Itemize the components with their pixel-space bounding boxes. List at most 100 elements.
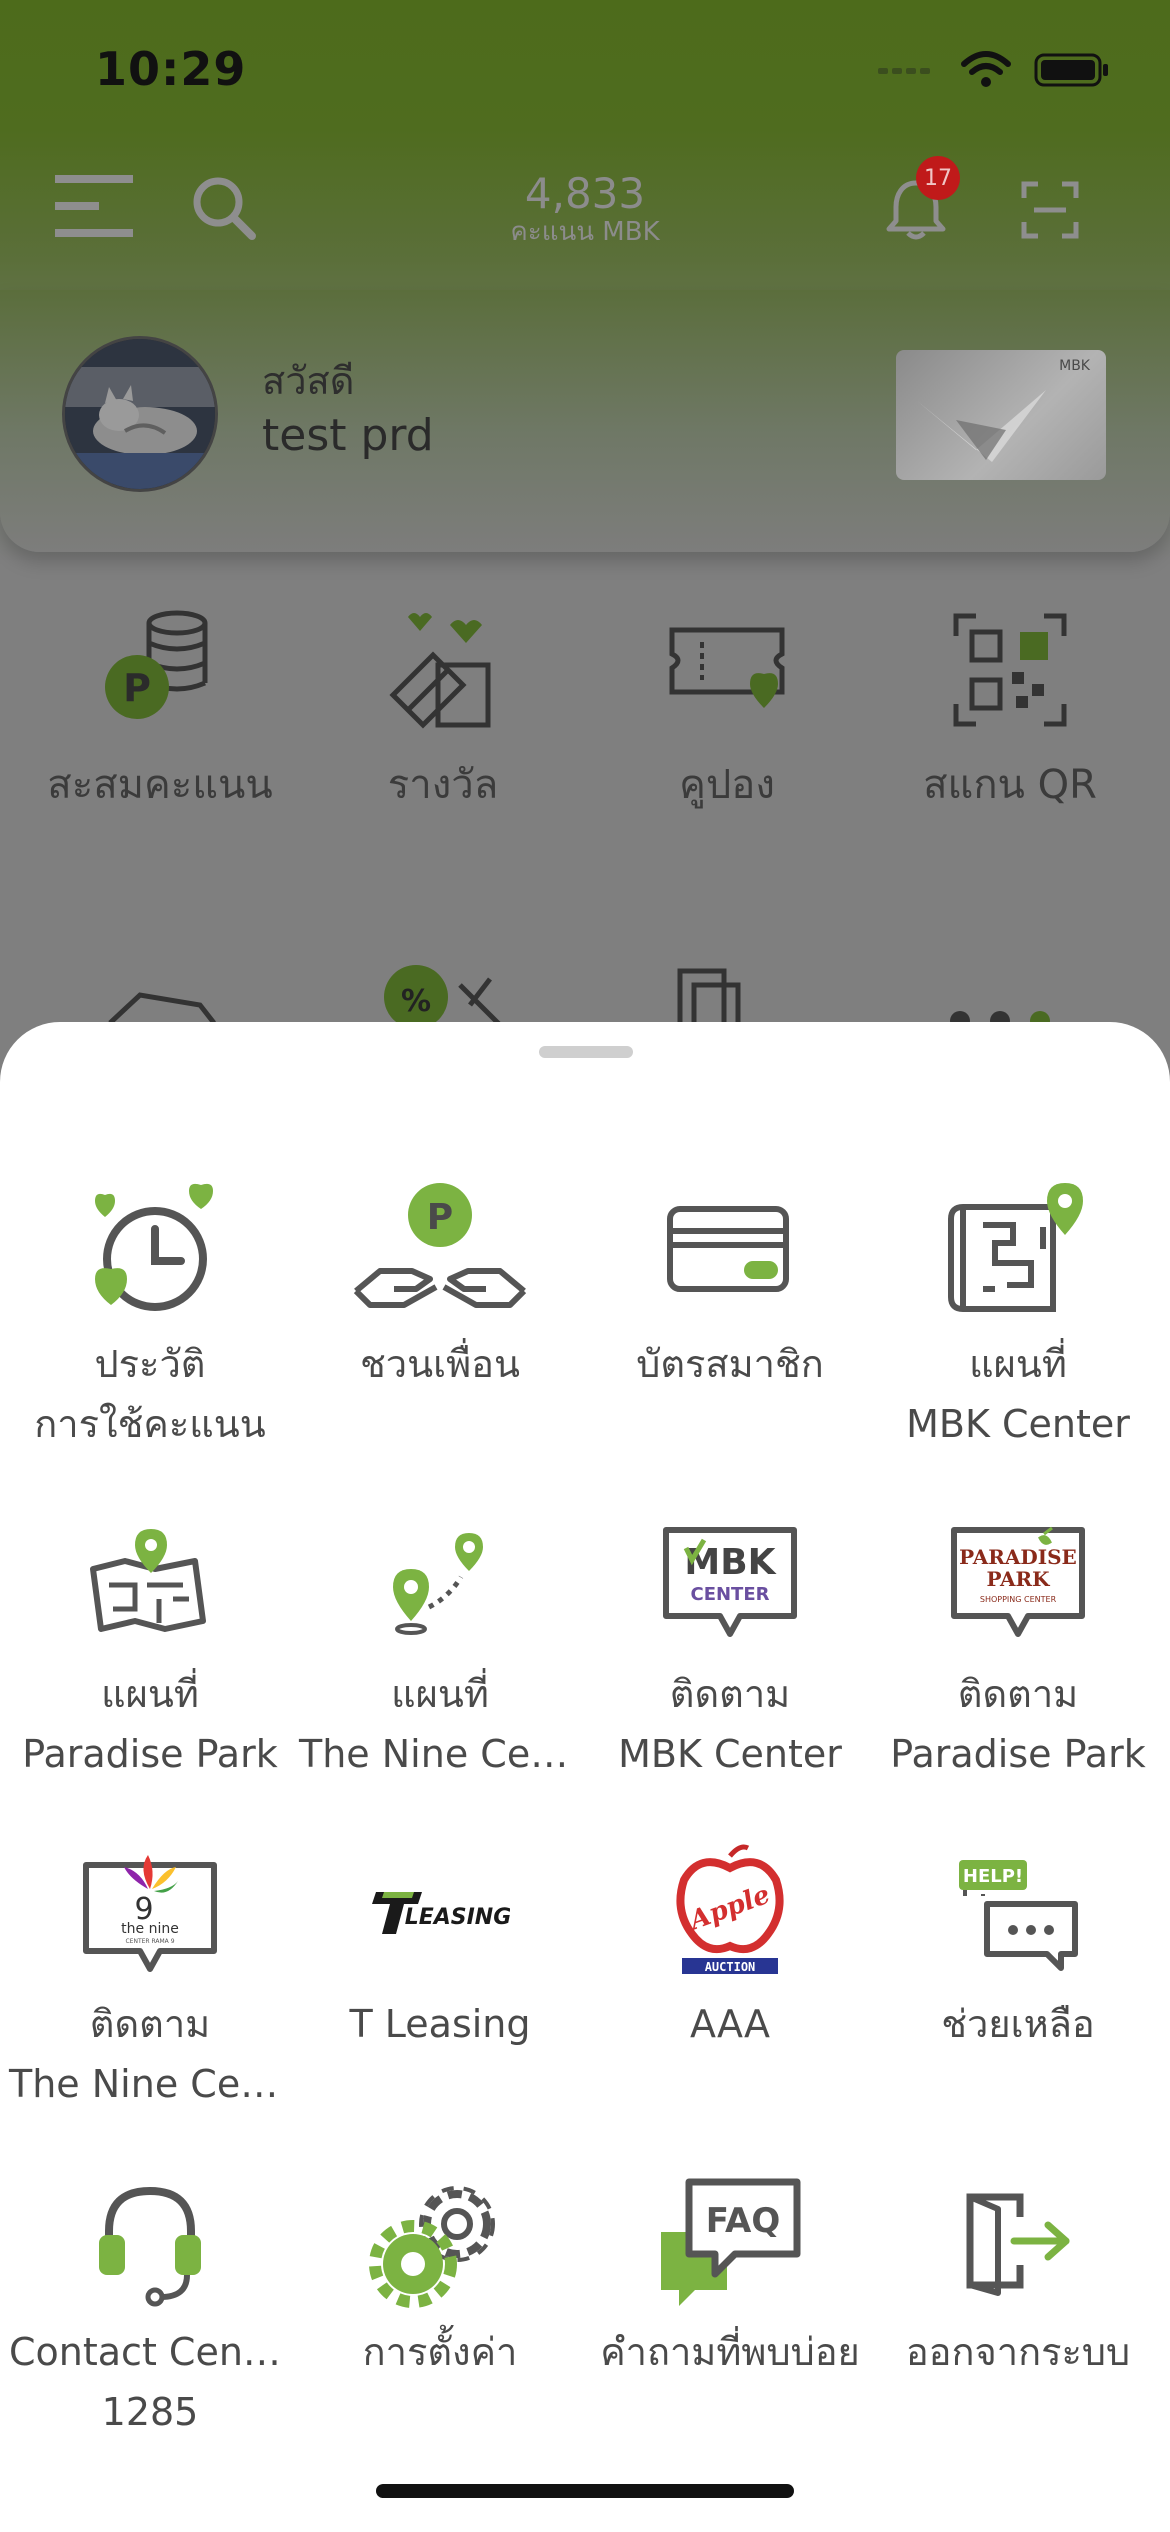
sheet-item-logout[interactable]: ออกจากระบบ [873,2162,1163,2382]
mbk-map-icon [948,1183,1083,1312]
sheet-item-label: แผนที่ [391,1672,489,1716]
t-leasing-logo-icon: LEASING [372,1892,510,1934]
headset-icon [99,2186,201,2307]
status-bar: 10:29 [0,0,1170,140]
park-logo-text: PARK [986,1567,1050,1591]
invite-friends-icon: P [353,1183,527,1308]
background-row-icons: % [108,965,1050,1025]
sheet-item-label: ชวนเพื่อน [360,1342,520,1386]
qr-code-icon [953,613,1067,727]
bottom-sheet: ประวัติ การใช้คะแนน P ชวนเพื่อน บัตรสมาช… [0,1022,1170,2532]
sheet-item-settings[interactable]: การตั้งค่า [295,2162,585,2382]
rewards-gift-icon [389,613,491,729]
main-menu-label: สแกน QR [923,762,1097,808]
sheet-item-help[interactable]: HELP! ช่วยเหลือ [873,1834,1163,2054]
status-time: 10:29 [95,42,247,96]
main-menu: P สะสมคะแนน รางวัล คูปอง สแกน QR [0,600,1170,860]
faq-bubble-icon: FAQ [661,2178,801,2306]
points-coins-icon: P [105,610,208,719]
sheet-item-contact-center[interactable]: Contact Center 1285 [5,2162,295,2442]
the-nine-logo-text: the nine [121,1921,179,1937]
main-menu-item[interactable]: P สะสมคะแนน [15,600,305,816]
sheet-item-label: T Leasing [349,2002,531,2046]
apple-auction-logo-icon: Apple AUCTION [676,1844,784,1974]
sheet-item-label: ช่วยเหลือ [941,2002,1095,2046]
sheet-item-label: คำถามที่พบบ่อย [600,2330,860,2374]
sheet-item-sublabel: MBK Center [618,1732,842,1776]
the-nine-logo-icon: 9 the nine CENTER RAMA 9 [83,1855,217,1972]
member-card-icon [667,1206,789,1292]
sheet-item-faq[interactable]: FAQ คำถามที่พบบ่อย [585,2162,875,2382]
signal-icon [878,68,930,74]
tleasing-logo-text: LEASING [405,1905,510,1930]
sheet-item-label: แผนที่ [969,1342,1067,1386]
nine-sub-logo-text: CENTER RAMA 9 [125,1938,174,1945]
sheet-item-label: การตั้งค่า [362,2330,518,2374]
sheet-item-sublabel: Paradise Park [22,1732,278,1776]
sheet-item-follow-nine[interactable]: 9 the nine CENTER RAMA 9 ติดตาม The Nine… [5,1834,295,2114]
sheet-item-sublabel: 1285 [101,2390,199,2434]
sheet-item-follow-mbk[interactable]: MBK CENTER ติดตาม MBK Center [585,1504,875,1784]
settings-gear-icon [369,2186,495,2308]
svg-text:P: P [427,1197,453,1238]
sheet-item-follow-paradise[interactable]: PARADISE PARK SHOPPING CENTER ติดตาม Par… [873,1504,1163,1784]
route-pins-icon [393,1533,483,1635]
sheet-item-nine-map[interactable]: แผนที่ The Nine Cen... [295,1504,585,1784]
main-menu-item[interactable]: รางวัล [298,600,588,816]
top-nav: 4,833 คะแนน MBK [0,150,1170,270]
sheet-item-aaa[interactable]: Apple AUCTION AAA [585,1834,875,2054]
center-logo-text: CENTER [690,1584,769,1605]
paradise-park-logo-icon: PARADISE PARK SHOPPING CENTER [951,1526,1085,1637]
main-menu-item[interactable]: สแกน QR [865,600,1155,816]
sheet-item-label: ติดตาม [957,1672,1079,1716]
sheet-item-label: แผนที่ [101,1672,199,1716]
member-card-thumbnail[interactable]: MBK [896,350,1106,480]
points-label: คะแนน MBK [510,217,660,247]
help-chat-icon: HELP! [959,1860,1078,1971]
battery-icon [1034,53,1108,87]
status-icons [878,50,1110,90]
auction-logo-text: AUCTION [705,1960,756,1974]
points-value: 4,833 [524,169,646,218]
faq-logo-text: FAQ [706,2201,781,2241]
sheet-item-sublabel: MBK Center [906,1402,1130,1446]
avatar[interactable] [62,336,218,492]
notification-badge: 17 [916,156,960,200]
card-brand: MBK [1059,358,1090,374]
sheet-item-label: ออกจากระบบ [905,2330,1131,2374]
sheet-item-t-leasing[interactable]: LEASING T Leasing [295,1834,585,2054]
sheet-item-label: ติดตาม [89,2002,211,2046]
mbk-center-logo-icon: MBK CENTER [663,1527,797,1637]
cat-photo [65,339,215,489]
sheet-item-member-card[interactable]: บัตรสมาชิก [585,1174,875,1394]
sheet-grabber[interactable] [539,1046,633,1058]
wifi-icon [961,51,1011,87]
sheet-item-paradise-map[interactable]: แผนที่ Paradise Park [5,1504,295,1784]
paradise-logo-text: PARADISE [959,1545,1077,1569]
svg-text:%: % [401,984,431,1019]
sheet-item-label: ติดตาม [669,1672,791,1716]
points-display: 4,833 คะแนน MBK [0,169,1170,247]
main-menu-item[interactable]: คูปอง [582,600,872,816]
home-indicator[interactable] [376,2484,794,2498]
sheet-item-label: AAA [689,2002,771,2046]
sheet-item-label: บัตรสมาชิก [636,1342,824,1386]
sheet-item-sublabel: The Nine Cen... [299,1732,585,1776]
sheet-item-label: ประวัติ [94,1342,206,1386]
username: test prd [262,410,434,461]
paradise-map-icon [90,1529,206,1632]
scan-button[interactable] [1010,170,1090,250]
logout-icon [966,2193,1070,2296]
sheet-item-history[interactable]: ประวัติ การใช้คะแนน [5,1174,295,1454]
scan-frame-icon [1021,181,1079,239]
sheet-item-sublabel: The Nine Cen... [9,2062,295,2106]
main-menu-label: สะสมคะแนน [47,762,273,808]
sheet-item-sublabel: การใช้คะแนน [34,1402,266,1446]
sheet-item-mbk-map[interactable]: แผนที่ MBK Center [873,1174,1163,1454]
sheet-item-label: Contact Center [9,2330,295,2374]
help-logo-text: HELP! [963,1866,1023,1887]
sheet-item-invite[interactable]: P ชวนเพื่อน [295,1174,585,1394]
profile-card[interactable]: สวัสดี test prd MBK [0,290,1170,552]
coupon-icon [669,627,785,708]
main-menu-label: รางวัล [387,762,499,808]
